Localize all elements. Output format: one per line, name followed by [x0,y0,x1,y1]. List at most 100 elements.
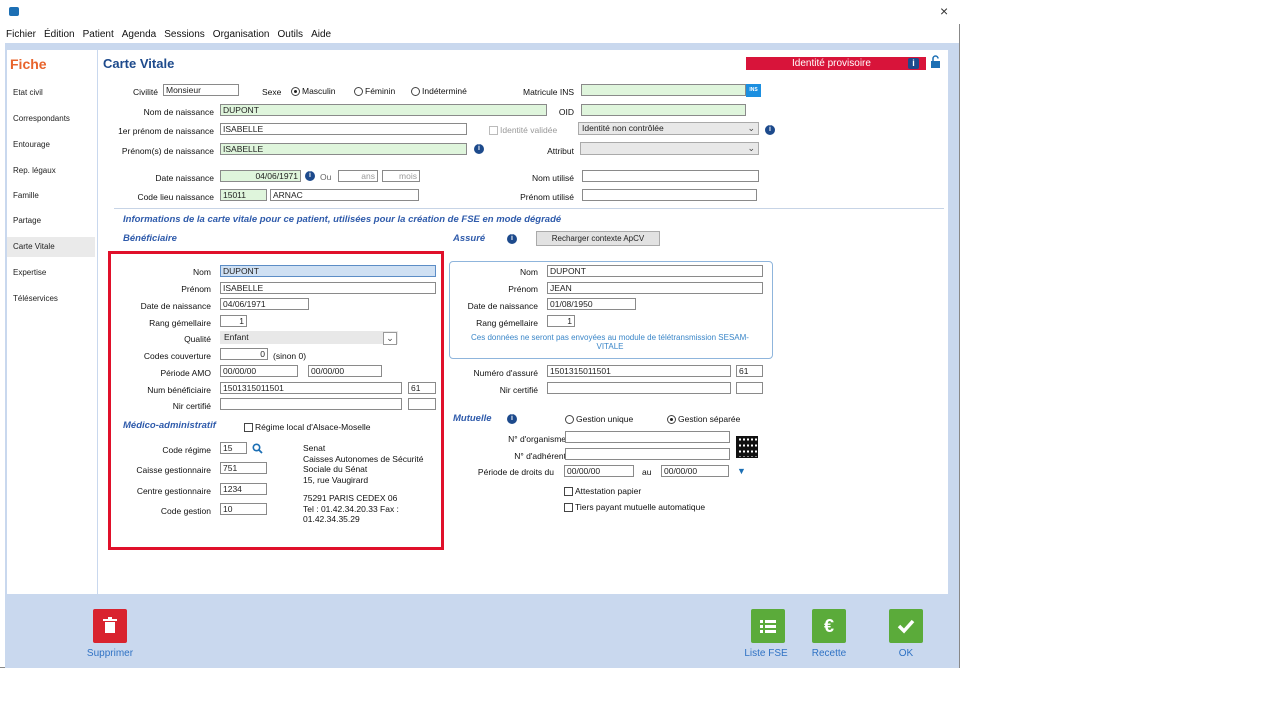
centre-label: Centre gestionnaire [136,486,211,496]
prenoms-field[interactable]: ISABELLE [220,143,467,155]
sidebar-item-expertise[interactable]: Expertise [7,263,95,283]
euro-icon[interactable]: € [812,609,846,643]
ass-nom-field[interactable]: DUPONT [547,265,763,277]
unlock-icon[interactable] [930,55,941,68]
ass-nir-field[interactable] [547,382,731,394]
sexe-radio-masculin[interactable]: Masculin [291,86,336,97]
sidebar-item-famille[interactable]: Famille [7,186,95,206]
ass-numero-field[interactable]: 1501315011501 [547,365,731,377]
sidebar-item-entourage[interactable]: Entourage [7,135,95,155]
sidebar-item-carte-vitale[interactable]: Carte Vitale [7,237,95,257]
recharger-apcv-button[interactable]: Recharger contexte ApCV [536,231,660,246]
tiers-payant-checkbox[interactable]: Tiers payant mutuelle automatique [564,502,705,513]
code-regime-field[interactable]: 15 [220,442,247,454]
nom-utilise-field[interactable] [582,170,759,182]
lieu-naissance-field[interactable]: ARNAC [270,189,419,201]
periode-droits-label: Période de droits du [477,467,554,477]
info-icon[interactable]: i [507,234,517,244]
ass-prenom-field[interactable]: JEAN [547,282,763,294]
menu-sessions[interactable]: Sessions [164,29,205,40]
menu-organisation[interactable]: Organisation [213,29,270,40]
ben-prenom-field[interactable]: ISABELLE [220,282,436,294]
attestation-papier-checkbox[interactable]: Attestation papier [564,486,641,497]
prenom1-field[interactable]: ISABELLE [220,123,467,135]
close-window-button[interactable]: × [940,3,948,19]
prenom-utilise-field[interactable] [582,189,757,201]
attribut-select[interactable]: ⌄ [580,142,759,155]
ben-nir-field[interactable] [220,398,402,410]
chevron-down-icon[interactable]: ▼ [737,466,746,476]
ass-numero-cle-field[interactable]: 61 [736,365,763,377]
ben-nom-field[interactable]: DUPONT [220,265,436,277]
adherent-field[interactable] [565,448,730,460]
ben-periode-fin-field[interactable]: 00/00/00 [308,365,382,377]
age-mois-field[interactable]: mois [382,170,420,182]
sexe-radio-feminin[interactable]: Féminin [354,86,395,97]
centre-field[interactable]: 1234 [220,483,267,495]
organisme-field[interactable] [565,431,730,443]
identite-status-select[interactable]: Identité non contrôlée ⌄ [578,122,759,135]
checkmark-icon[interactable] [889,609,923,643]
civilite-field[interactable]: Monsieur [163,84,239,96]
qr-code-icon[interactable] [736,436,758,458]
info-icon[interactable]: i [507,414,517,424]
liste-fse-label[interactable]: Liste FSE [731,648,801,659]
list-icon[interactable] [751,609,785,643]
ben-date-field[interactable]: 04/06/1971 [220,298,309,310]
sidebar-item-partage[interactable]: Partage [7,211,95,231]
info-icon[interactable]: i [305,171,315,181]
recette-label[interactable]: Recette [794,648,864,659]
mutuelle-title: Mutuelle [453,413,492,424]
search-icon[interactable] [252,443,263,456]
delete-label[interactable]: Supprimer [75,648,145,659]
oid-field[interactable] [581,104,746,116]
matricule-ins-field[interactable] [581,84,746,96]
code-gestion-field[interactable]: 10 [220,503,267,515]
ben-rang-field[interactable]: 1 [220,315,247,327]
ins-badge-icon[interactable]: INS [746,84,761,97]
sidebar-item-rep-legaux[interactable]: Rep. légaux [7,161,95,181]
ben-num-field[interactable]: 1501315011501 [220,382,402,394]
adherent-label: N° d'adhérent [514,451,566,461]
ass-date-field[interactable]: 01/08/1950 [547,298,636,310]
info-icon[interactable]: i [765,125,775,135]
menu-aide[interactable]: Aide [311,29,331,40]
ben-periode-debut-field[interactable]: 00/00/00 [220,365,298,377]
info-icon[interactable]: i [474,144,484,154]
menu-fichier[interactable]: Fichier [6,29,36,40]
sidebar-item-etat-civil[interactable]: Etat civil [7,83,95,103]
periode-droits-fin-field[interactable]: 00/00/00 [661,465,729,477]
civilite-label: Civilité [132,87,158,97]
menu-outils[interactable]: Outils [278,29,304,40]
gestion-separee-radio[interactable]: Gestion séparée [667,414,740,425]
nom-naissance-field[interactable]: DUPONT [220,104,547,116]
sidebar [7,50,97,594]
caisse-field[interactable]: 751 [220,462,267,474]
ben-codes-field[interactable]: 0 [220,348,268,360]
gestion-unique-radio[interactable]: Gestion unique [565,414,633,425]
ben-num-cle-field[interactable]: 61 [408,382,436,394]
ben-qualite-select[interactable]: Enfant ⌄ [220,331,398,345]
code-lieu-field[interactable]: 15011 [220,189,267,201]
menu-patient[interactable]: Patient [83,29,114,40]
sidebar-item-teleservices[interactable]: Téléservices [7,289,95,309]
sidebar-item-correspondants[interactable]: Correspondants [7,109,95,129]
date-naissance-field[interactable]: 04/06/1971 [220,170,301,182]
info-icon[interactable]: i [908,58,919,69]
ok-label[interactable]: OK [871,648,941,659]
ben-nir-cle-field[interactable] [408,398,436,410]
periode-droits-debut-field[interactable]: 00/00/00 [564,465,634,477]
identite-validee-checkbox[interactable]: Identité validée [489,125,557,136]
age-ans-field[interactable]: ans [338,170,378,182]
regime-local-checkbox[interactable]: Régime local d'Alsace-Moselle [244,422,370,433]
delete-button[interactable] [93,609,127,643]
sexe-radio-indetermine[interactable]: Indéterminé [411,86,467,97]
beneficiaire-title: Bénéficiaire [123,233,177,244]
code-gestion-label: Code gestion [160,506,211,516]
oid-label: OID [558,107,574,117]
menu-edition[interactable]: Édition [44,29,75,40]
code-regime-label: Code régime [162,445,211,455]
ass-rang-field[interactable]: 1 [547,315,575,327]
ass-nir-cle-field[interactable] [736,382,763,394]
menu-agenda[interactable]: Agenda [122,29,156,40]
